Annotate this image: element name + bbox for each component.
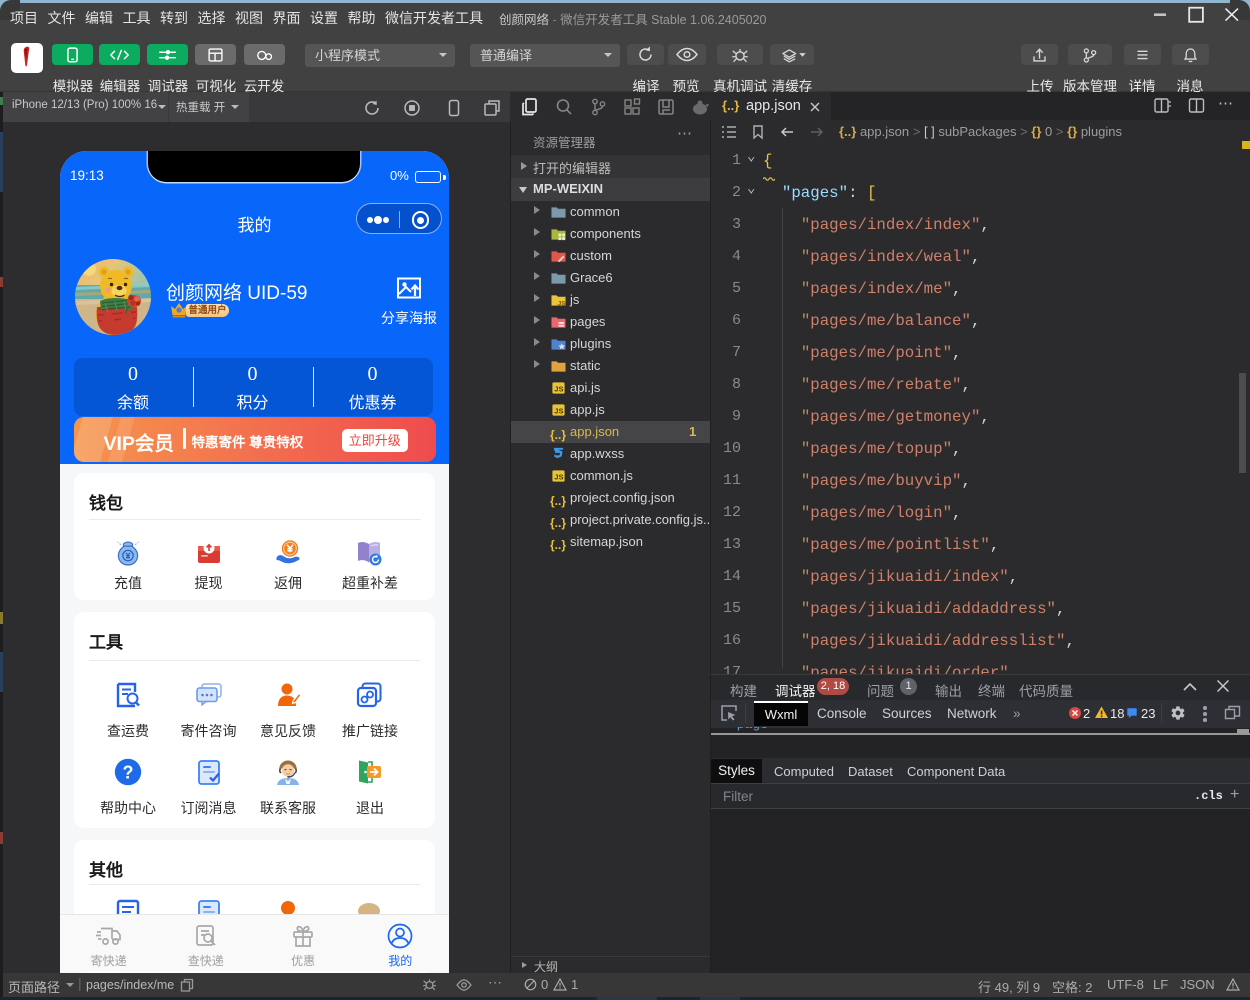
- svg-text:JS: JS: [554, 472, 563, 481]
- svg-text:JS: JS: [558, 301, 566, 307]
- svg-text:JS: JS: [554, 384, 563, 393]
- svg-text:?: ?: [123, 763, 134, 783]
- svg-text:JS: JS: [554, 406, 563, 415]
